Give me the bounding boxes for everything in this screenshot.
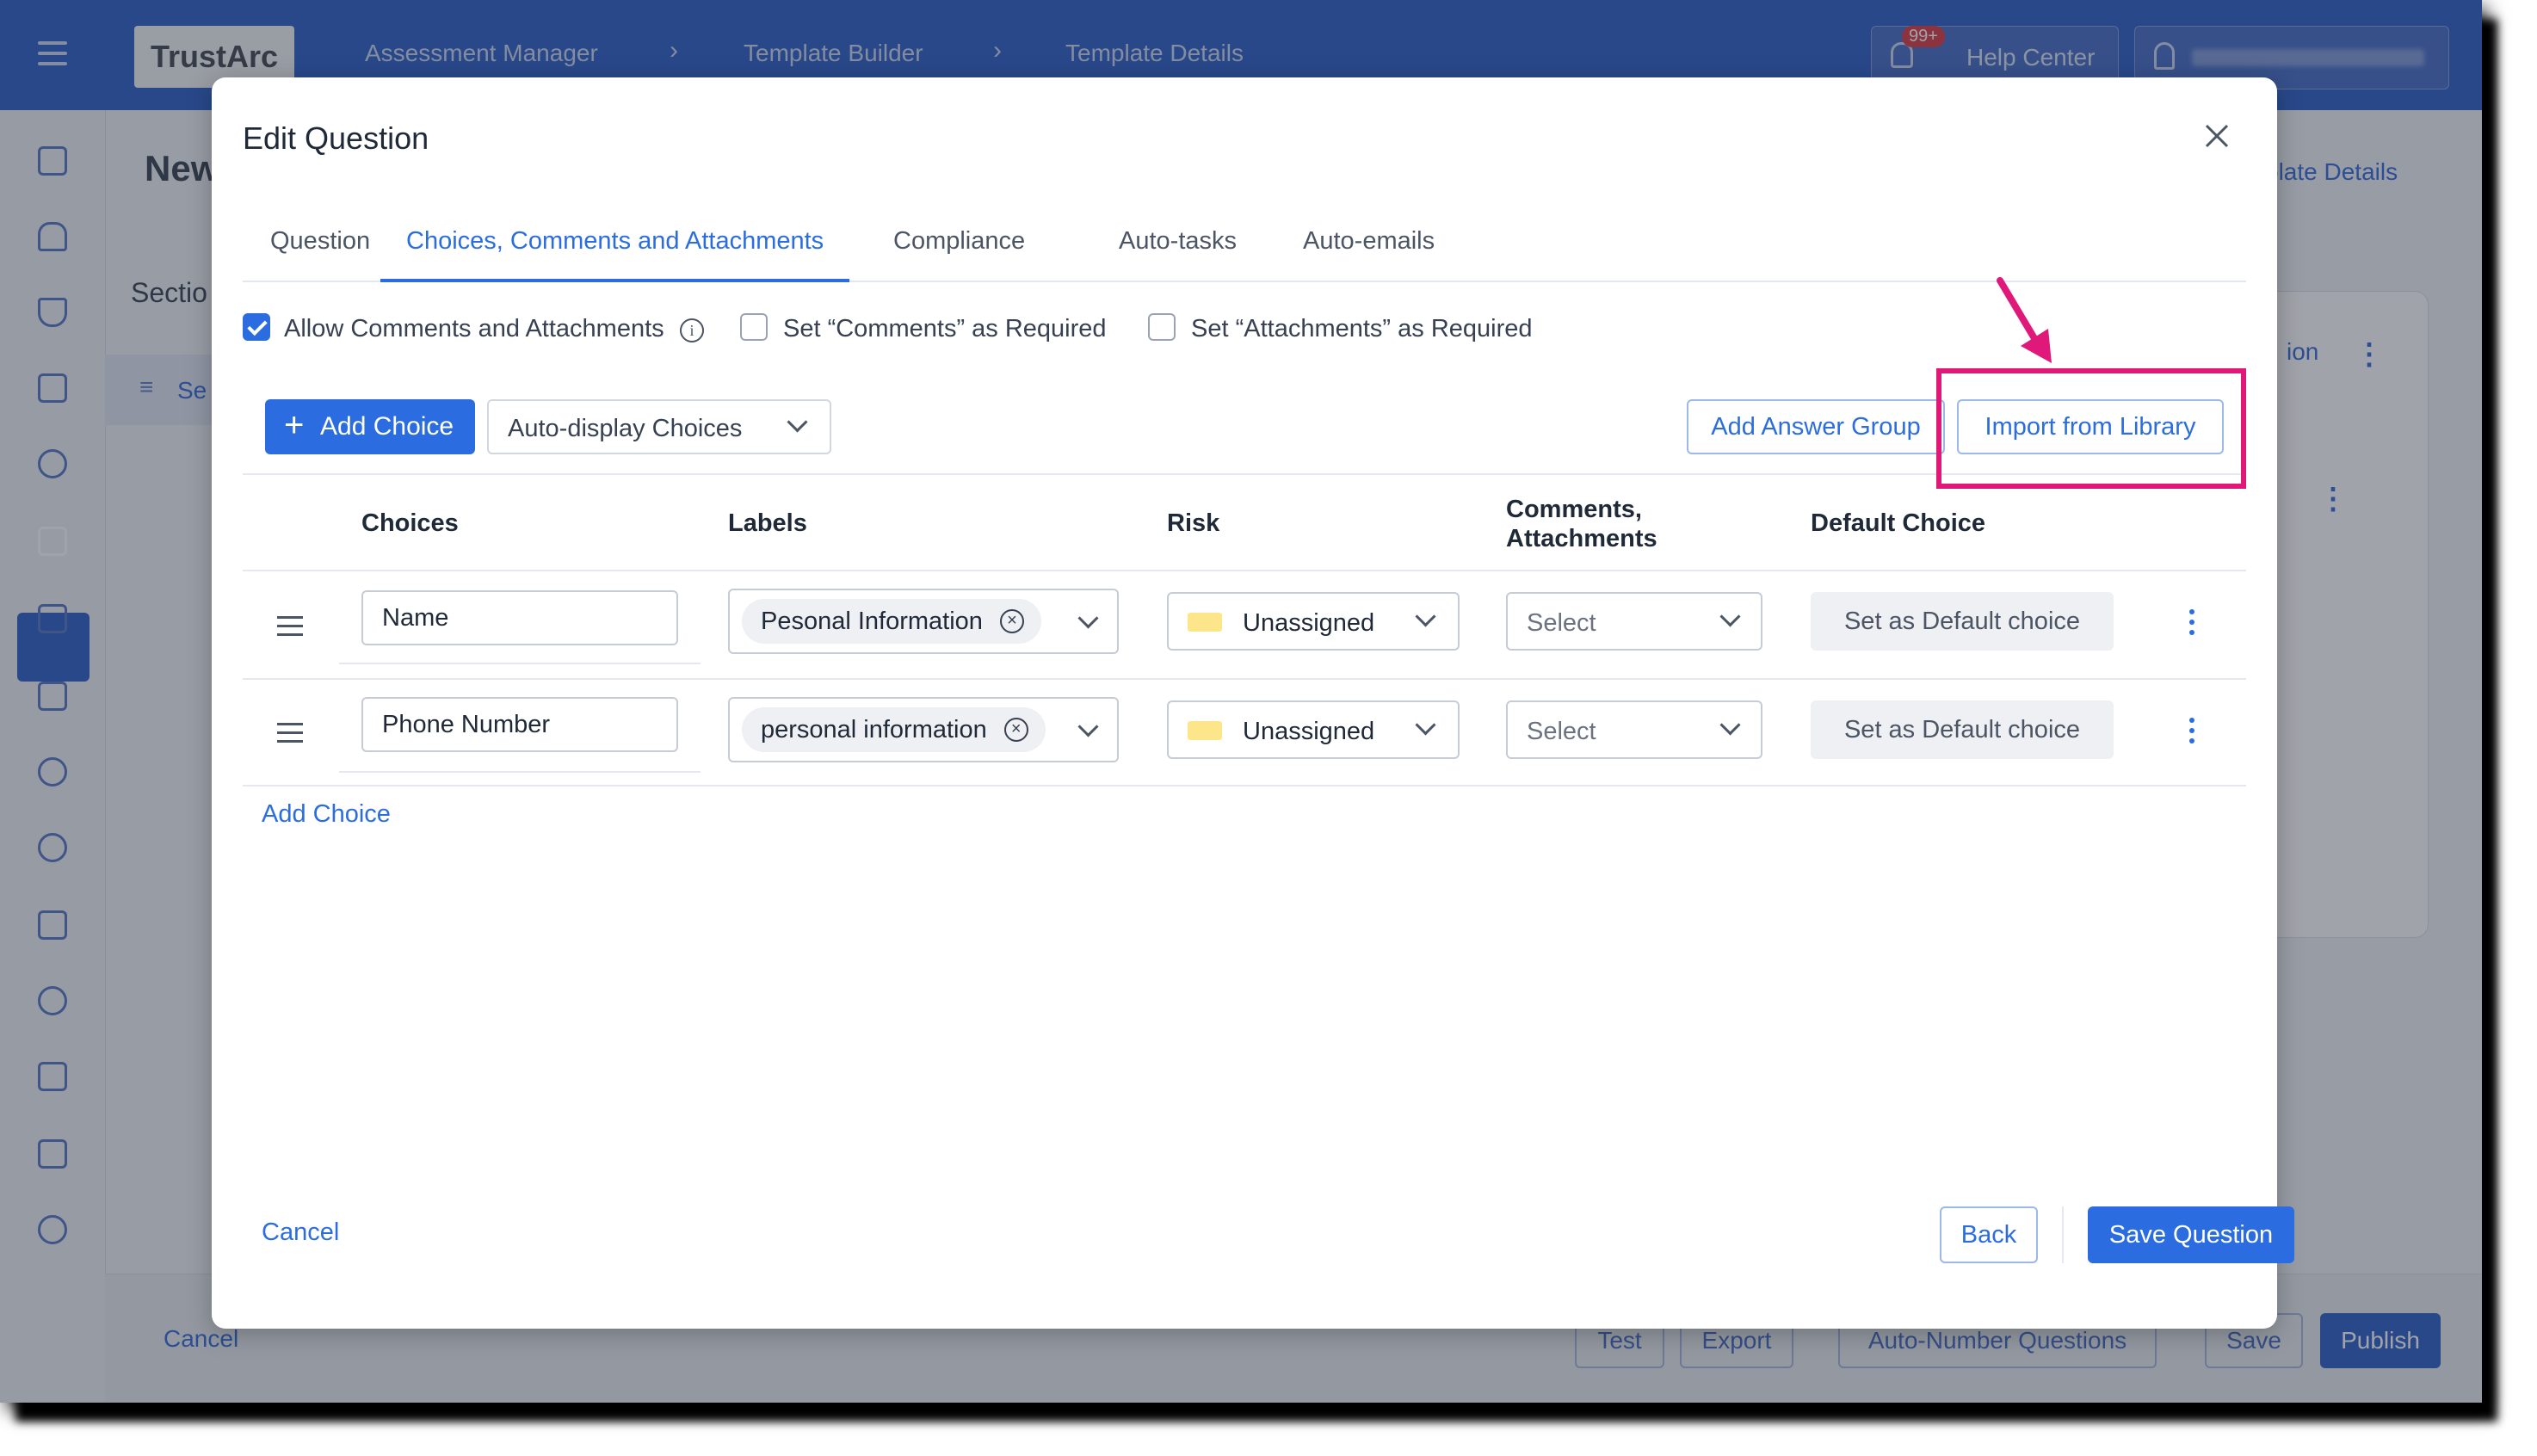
info-icon[interactable]: i xyxy=(680,318,704,342)
divider xyxy=(339,771,701,773)
column-header-default-choice: Default Choice xyxy=(1811,509,1986,537)
label-chip-text: Pesonal Information xyxy=(761,608,983,635)
tab-choices-comments-attachments[interactable]: Choices, Comments and Attachments xyxy=(380,207,850,282)
choice-input[interactable]: Name xyxy=(361,590,678,645)
add-choice-link[interactable]: Add Choice xyxy=(262,800,391,829)
edit-question-dialog: Edit Question Question Choices, Comments… xyxy=(212,77,2294,1329)
dialog-title: Edit Question xyxy=(243,120,429,156)
comments-attachments-select[interactable]: Select xyxy=(1506,700,1762,759)
labels-select[interactable]: personal information × xyxy=(728,697,1119,762)
allow-comments-label: Allow Comments and Attachments xyxy=(284,315,664,342)
risk-color-swatch xyxy=(1188,721,1222,740)
chevron-down-icon xyxy=(1719,714,1741,736)
chevron-down-icon xyxy=(787,411,808,433)
label-chip: personal information × xyxy=(742,707,1046,752)
tab-auto-emails[interactable]: Auto-emails xyxy=(1303,207,1435,279)
risk-value: Unassigned xyxy=(1243,718,1375,745)
dialog-tabs: Question Choices, Comments and Attachmen… xyxy=(243,207,2246,282)
auto-display-choices-dropdown[interactable]: Auto-display Choices xyxy=(487,399,831,454)
row-kebab-menu-icon[interactable] xyxy=(2189,609,2196,640)
risk-value: Unassigned xyxy=(1243,609,1375,637)
app-window: TrustArc Assessment Manager › Template B… xyxy=(0,0,2482,1403)
divider xyxy=(339,663,701,664)
chevron-down-icon xyxy=(1415,606,1436,627)
column-header-choices: Choices xyxy=(361,509,459,537)
label-chip: Pesonal Information × xyxy=(742,599,1041,644)
column-header-attachments: Attachments xyxy=(1506,525,1657,552)
risk-dropdown[interactable]: Unassigned xyxy=(1167,592,1460,651)
select-placeholder: Select xyxy=(1527,718,1596,745)
column-header-comments: Comments, xyxy=(1506,496,1642,523)
attachments-required-label: Set “Attachments” as Required xyxy=(1191,315,1533,342)
add-choice-label: Add Choice xyxy=(320,412,454,441)
label-chip-text: personal information xyxy=(761,716,987,743)
choice-input[interactable]: Phone Number xyxy=(361,697,678,752)
attachments-required-checkbox[interactable] xyxy=(1148,313,1176,341)
row-kebab-menu-icon[interactable] xyxy=(2189,718,2196,749)
cancel-link[interactable]: Cancel xyxy=(262,1218,339,1247)
chevron-down-icon xyxy=(1719,606,1741,627)
plus-icon: + xyxy=(284,406,305,444)
labels-select[interactable]: Pesonal Information × xyxy=(728,589,1119,654)
arrow-down-right-icon xyxy=(1997,277,2052,363)
divider xyxy=(243,678,2246,680)
auto-display-choices-label: Auto-display Choices xyxy=(508,415,743,442)
remove-circle-icon[interactable]: × xyxy=(1003,718,1028,742)
remove-circle-icon[interactable]: × xyxy=(999,609,1024,633)
comments-required-checkbox[interactable] xyxy=(740,313,768,341)
divider xyxy=(243,570,2246,571)
drag-handle-icon[interactable] xyxy=(277,616,303,642)
comments-attachments-select[interactable]: Select xyxy=(1506,592,1762,651)
chevron-down-icon[interactable] xyxy=(1077,608,1099,629)
divider xyxy=(243,785,2246,787)
back-button[interactable]: Back xyxy=(1940,1206,2038,1263)
set-default-choice-button[interactable]: Set as Default choice xyxy=(1811,700,2114,759)
divider xyxy=(2062,1206,2064,1263)
add-choice-button[interactable]: + Add Choice xyxy=(265,399,475,454)
chevron-down-icon[interactable] xyxy=(1077,716,1099,737)
tab-auto-tasks[interactable]: Auto-tasks xyxy=(1119,207,1237,279)
column-header-risk: Risk xyxy=(1167,509,1220,537)
comments-required-label: Set “Comments” as Required xyxy=(783,315,1107,342)
risk-dropdown[interactable]: Unassigned xyxy=(1167,700,1460,759)
highlight-box xyxy=(1936,368,2246,489)
column-header-labels: Labels xyxy=(728,509,807,537)
allow-comments-checkbox[interactable] xyxy=(243,313,270,341)
chevron-down-icon xyxy=(1415,714,1436,736)
select-placeholder: Select xyxy=(1527,609,1596,637)
save-question-button[interactable]: Save Question xyxy=(2088,1206,2294,1263)
tab-compliance[interactable]: Compliance xyxy=(893,207,1025,279)
add-answer-group-button[interactable]: Add Answer Group xyxy=(1687,399,1945,454)
close-icon[interactable] xyxy=(2200,119,2234,153)
drag-handle-icon[interactable] xyxy=(277,723,303,749)
set-default-choice-button[interactable]: Set as Default choice xyxy=(1811,592,2114,651)
tab-question[interactable]: Question xyxy=(270,207,370,279)
risk-color-swatch xyxy=(1188,613,1222,632)
